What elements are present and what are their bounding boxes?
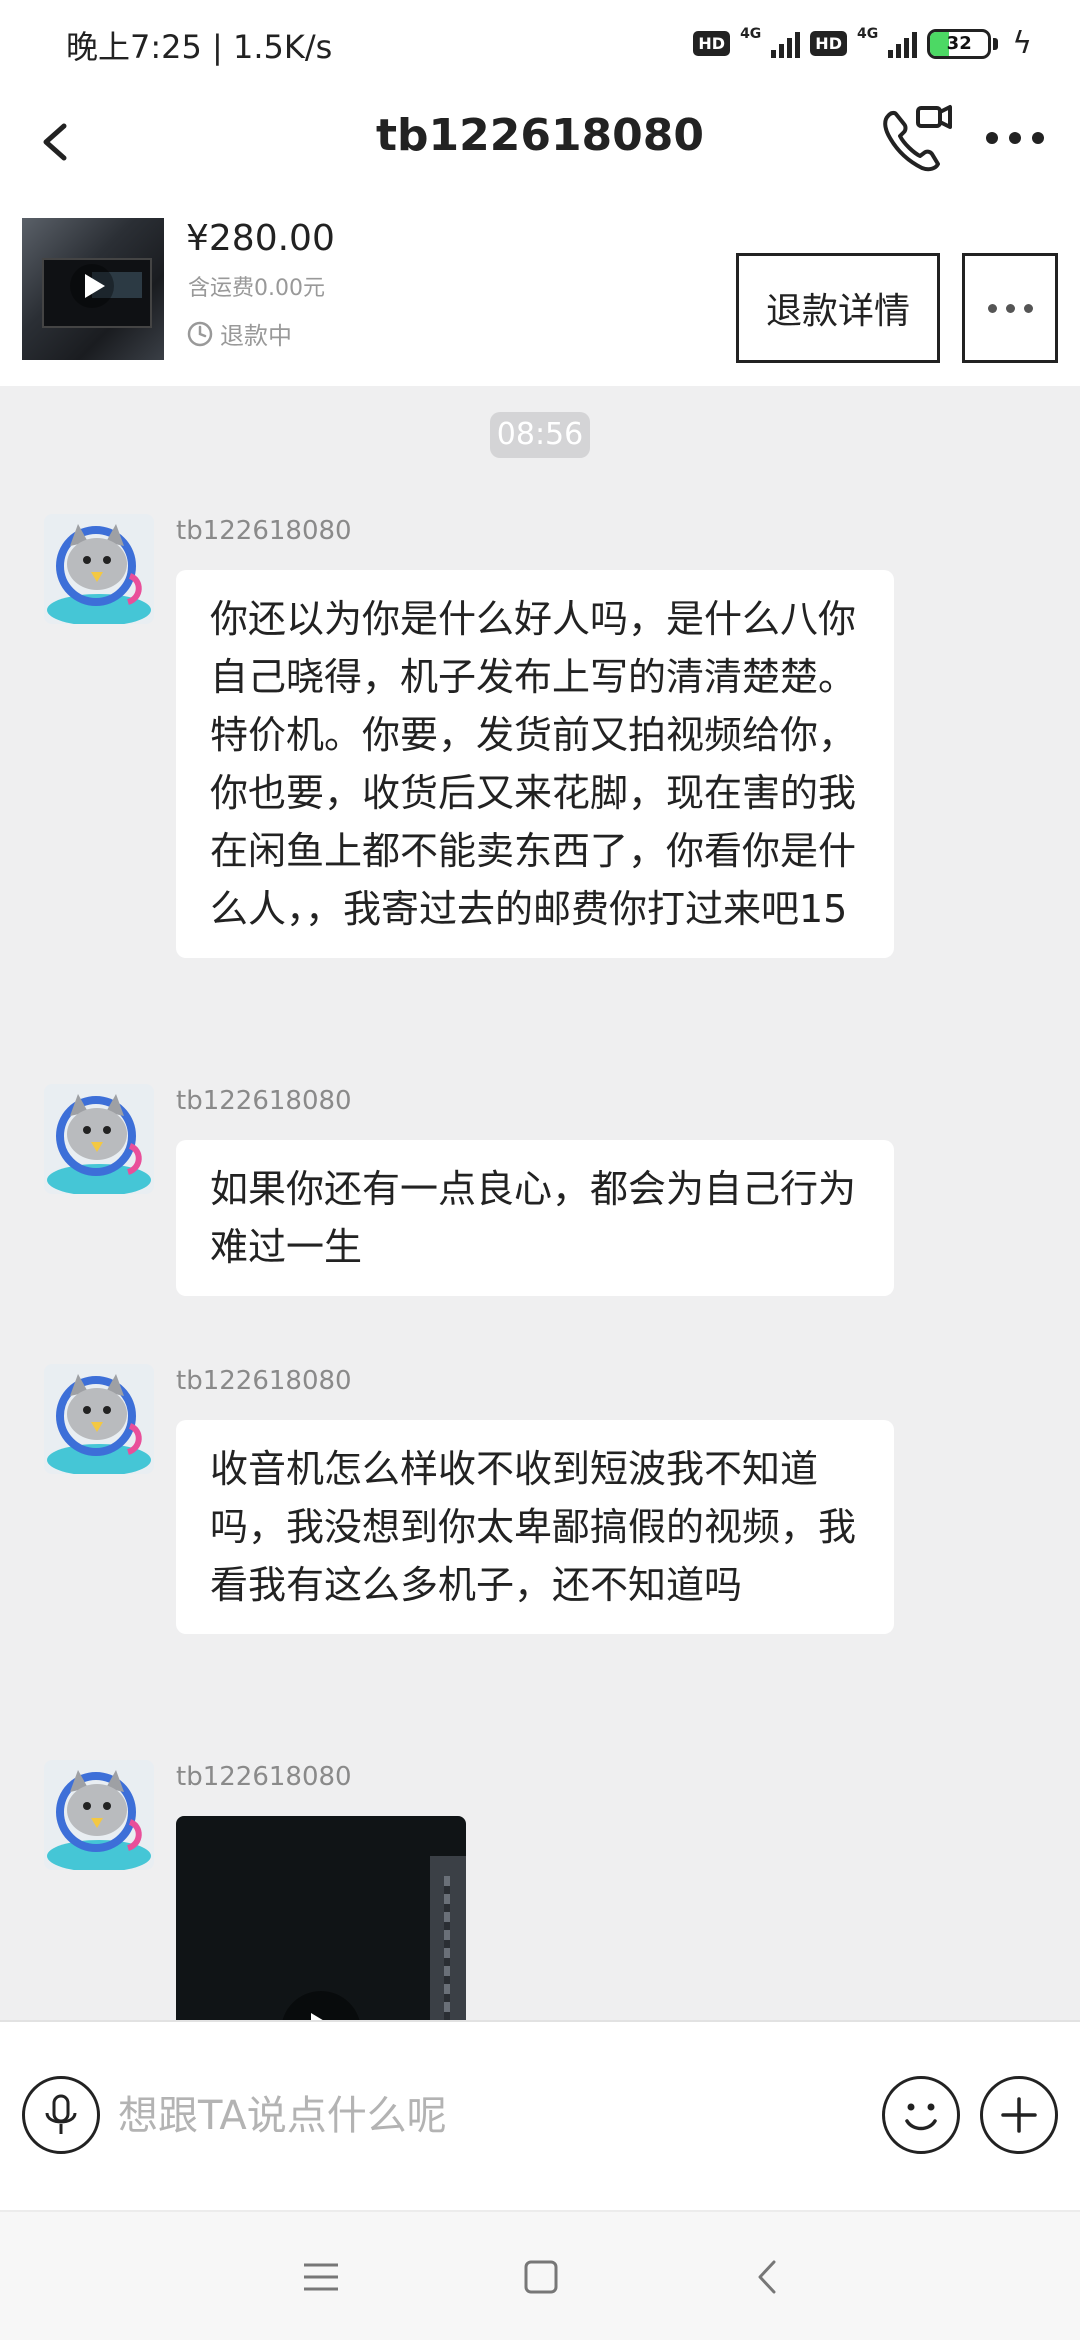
menu-icon <box>304 2263 338 2291</box>
status-time: 晚上7:25 | 1.5K/s <box>66 28 333 66</box>
order-price: ¥280.00 <box>186 218 335 259</box>
status-bar: 晚上7:25 | 1.5K/s HD 4G HD 4G 32 ϟ <box>0 0 1080 88</box>
back-button[interactable] <box>28 112 88 172</box>
battery-level: 32 <box>946 32 972 54</box>
home-square-icon <box>524 2260 558 2294</box>
avatar-cat-icon <box>44 514 154 624</box>
microphone-icon <box>45 2094 77 2134</box>
message-bubble[interactable]: 你还以为你是什么好人吗，是什么八你自己晓得，机子发布上写的清清楚楚。特价机。你要… <box>176 570 894 958</box>
signal-icon-2 <box>888 30 918 58</box>
plus-button[interactable] <box>980 2076 1058 2154</box>
system-nav-bar <box>0 2210 1080 2340</box>
avatar[interactable] <box>44 514 154 624</box>
phone-video-icon <box>883 105 952 172</box>
chat-header: tb122618080 <box>0 88 1080 208</box>
video-message[interactable] <box>176 1816 466 2020</box>
plus-icon <box>1001 2097 1037 2133</box>
product-thumbnail[interactable] <box>22 218 164 360</box>
sender-name: tb122618080 <box>176 516 352 546</box>
hd-badge: HD <box>693 31 731 56</box>
order-status: 退款中 <box>186 316 292 351</box>
battery-icon: 32 <box>927 28 999 59</box>
more-dots-icon <box>986 132 1044 144</box>
message-input[interactable] <box>118 2076 858 2156</box>
smiley-icon <box>905 2103 937 2131</box>
chat-area[interactable]: 08:56 tb122618080 你还以为你是什么好人吗，是什么八你自己晓得，… <box>0 386 1080 2020</box>
avatar-cat-icon <box>44 1364 154 1474</box>
avatar[interactable] <box>44 1760 154 1870</box>
message-timestamp: 08:56 <box>490 412 590 458</box>
sender-name: tb122618080 <box>176 1366 352 1396</box>
status-icons: HD 4G HD 4G 32 ϟ <box>693 26 1032 61</box>
nav-back-button[interactable] <box>740 2248 798 2306</box>
message-bubble[interactable]: 如果你还有一点良心，都会为自己行为难过一生 <box>176 1140 894 1296</box>
play-icon <box>281 1991 361 2020</box>
avatar[interactable] <box>44 1084 154 1194</box>
play-icon <box>70 264 114 308</box>
avatar[interactable] <box>44 1364 154 1474</box>
charging-bolt-icon: ϟ <box>1012 26 1032 61</box>
order-more-button[interactable] <box>962 253 1058 363</box>
clock-icon <box>187 321 213 346</box>
network-type-2: 4G <box>856 25 879 42</box>
chevron-left-icon <box>43 123 67 161</box>
message-bubble[interactable]: 收音机怎么样收不收到短波我不知道吗，我没想到你太卑鄙搞假的视频，我看我有这么多机… <box>176 1420 894 1634</box>
call-button[interactable] <box>874 98 954 178</box>
nav-menu-button[interactable] <box>292 2248 350 2306</box>
emoji-button[interactable] <box>882 2076 960 2154</box>
order-status-label: 退款中 <box>220 322 292 350</box>
hd-badge-2: HD <box>810 31 847 56</box>
sender-name: tb122618080 <box>176 1086 352 1116</box>
avatar-cat-icon <box>44 1760 154 1870</box>
input-bar <box>0 2020 1080 2210</box>
sender-name: tb122618080 <box>176 1762 352 1792</box>
back-arrow-icon <box>758 2260 776 2294</box>
more-dots-icon <box>987 303 997 313</box>
voice-button[interactable] <box>22 2076 100 2154</box>
avatar-cat-icon <box>44 1084 154 1194</box>
signal-icon <box>771 30 801 58</box>
more-button[interactable] <box>980 108 1050 168</box>
nav-home-button[interactable] <box>512 2248 570 2306</box>
refund-details-button[interactable]: 退款详情 <box>736 253 940 363</box>
order-card: ¥280.00 含运费0.00元 退款中 退款详情 <box>0 208 1080 386</box>
order-shipping: 含运费0.00元 <box>188 276 325 301</box>
network-type: 4G <box>740 25 762 42</box>
